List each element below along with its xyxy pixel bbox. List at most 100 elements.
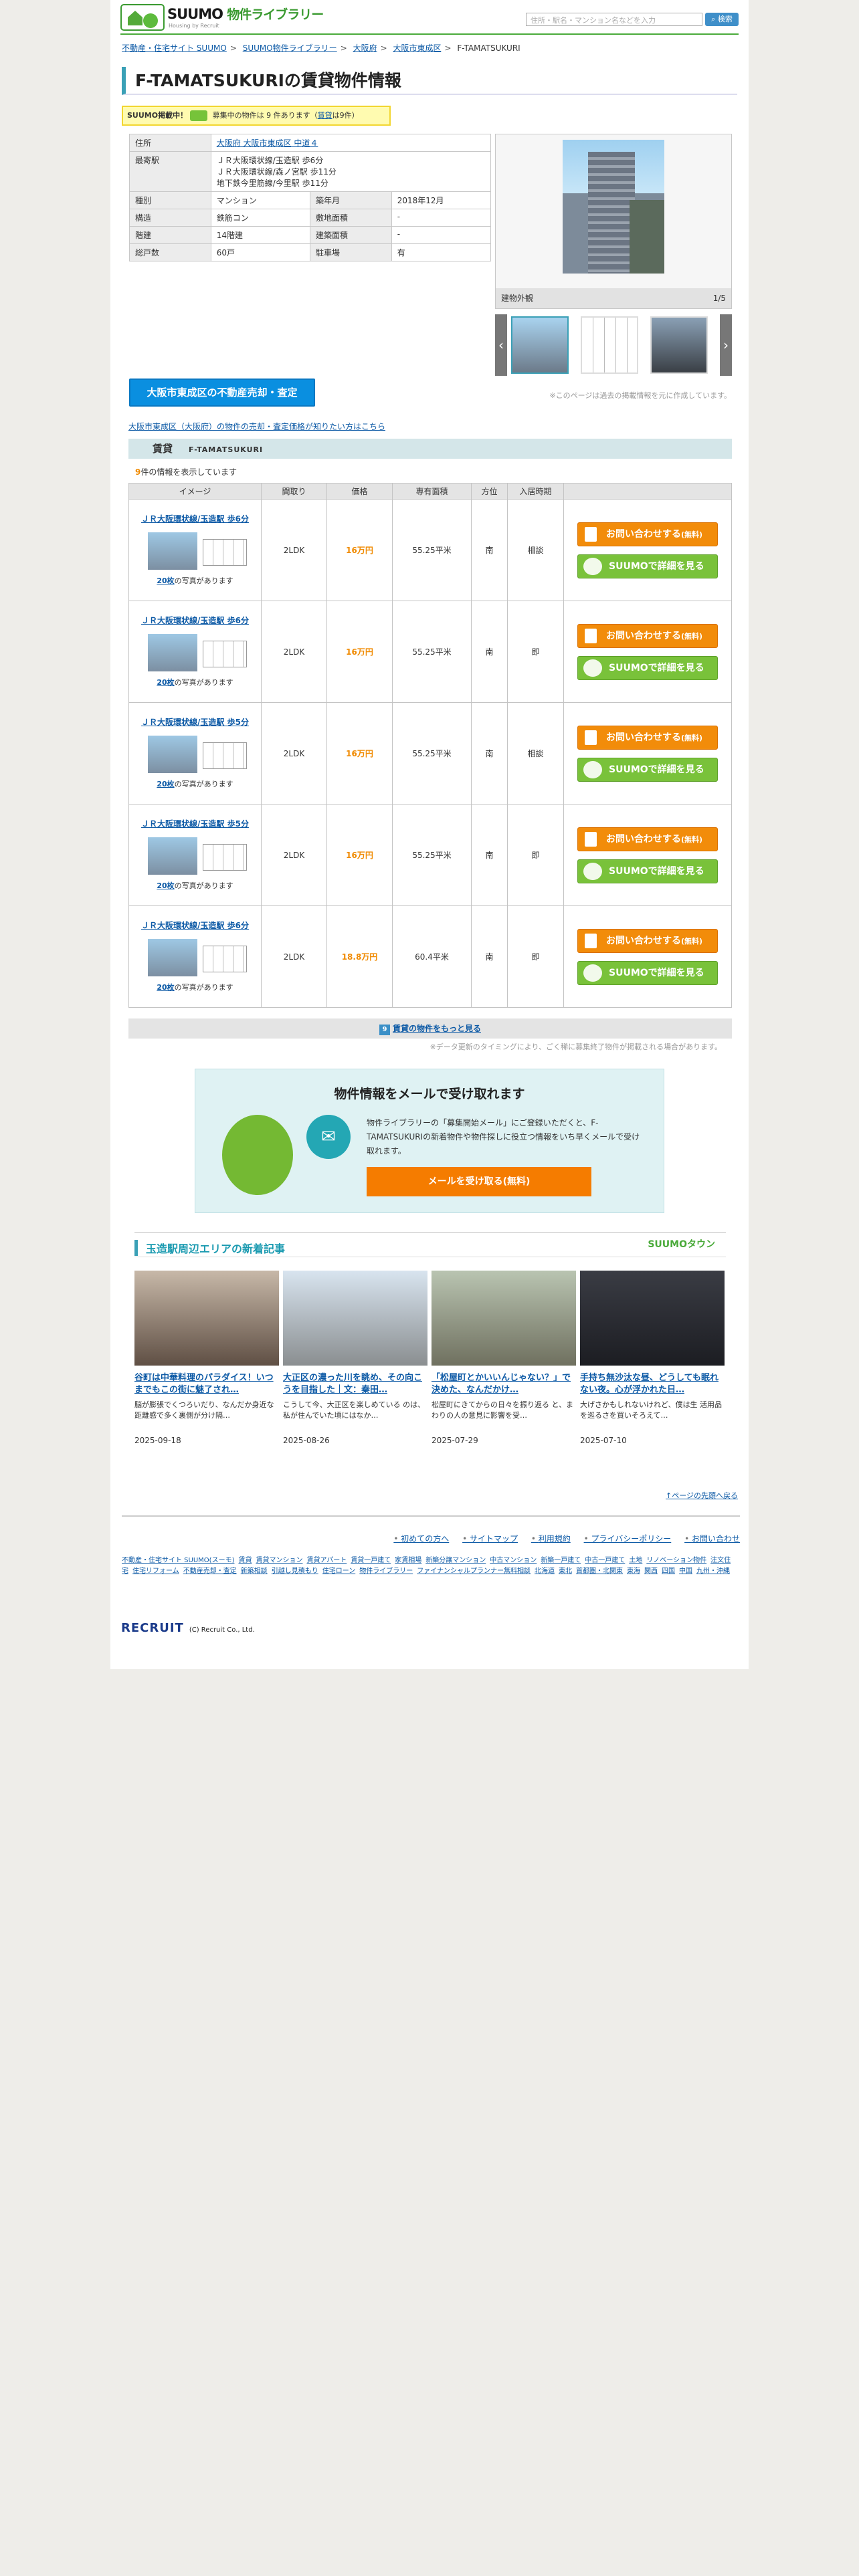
footer-site-link[interactable]: 住宅ローン [322, 1568, 356, 1575]
mail-signup-button[interactable]: メールを受け取る(無料) [367, 1167, 591, 1196]
inquiry-button[interactable]: お問い合わせする(無料) [577, 928, 718, 953]
footer-site-link[interactable]: 賃貸アパート [306, 1557, 347, 1564]
search-button[interactable]: ⌕ 検索 [705, 13, 739, 26]
detail-button[interactable]: SUUMOで詳細を見る [577, 554, 718, 578]
listing-image-cell: ＪＲ大阪環状線/玉造駅 歩6分 20枚の写真があります [128, 905, 262, 1008]
inquiry-button[interactable]: お問い合わせする(無料) [577, 522, 718, 546]
footer-site-link[interactable]: 新築相談 [241, 1568, 268, 1575]
footer-site-link[interactable]: 物件ライブラリー [359, 1568, 413, 1575]
article-title[interactable]: 大正区の濃った川を眺め、その向こうを目指した｜文：秦田… [283, 1372, 427, 1396]
thumbnail[interactable] [581, 316, 638, 374]
photo-count-link[interactable]: 20枚 [157, 576, 174, 585]
footer-site-link[interactable]: 不動産・住宅サイト SUUMO(スーモ) [122, 1557, 234, 1564]
footer-link[interactable]: 利用規約 [531, 1534, 571, 1543]
article-title[interactable]: 谷町は中華料理のパラダイス！いつまでもこの街に魅了され… [134, 1372, 279, 1396]
detail-button[interactable]: SUUMOで詳細を見る [577, 655, 718, 680]
footer-site-link[interactable]: 賃貸マンション [256, 1557, 302, 1564]
detail-button[interactable]: SUUMOで詳細を見る [577, 859, 718, 883]
article-title[interactable]: 手持ち無沙汰な昼、どうしても眠れない夜。心が浮かれた日… [580, 1372, 725, 1396]
suumo-logo[interactable] [120, 4, 165, 31]
footer-site-link[interactable]: 賃貸一戸建て [351, 1557, 391, 1564]
article-card[interactable]: 大正区の濃った川を眺め、その向こうを目指した｜文：秦田… こうして今、大正区を楽し… [283, 1271, 427, 1445]
breadcrumb-link[interactable]: 大阪市東成区 [393, 43, 441, 53]
move-in-cell: 即 [507, 905, 564, 1008]
search-input[interactable]: 住所・駅名・マンション名などを入力 [526, 13, 702, 26]
listing-photos[interactable] [145, 531, 247, 571]
footer-link[interactable]: 初めての方へ [393, 1534, 449, 1543]
footer-site-link[interactable]: 家賃相場 [395, 1557, 421, 1564]
photo-counter: 1/5 [712, 294, 726, 303]
footer-site-link[interactable]: 新築一戸建て [541, 1557, 581, 1564]
notice-rent-link[interactable]: 賃貸 [318, 111, 332, 120]
station-link[interactable]: ＪＲ大阪環状線/玉造駅 歩5分 [132, 718, 258, 728]
inquiry-button[interactable]: お問い合わせする(無料) [577, 623, 718, 648]
detail-button[interactable]: SUUMOで詳細を見る [577, 960, 718, 985]
thumbnail[interactable] [650, 316, 708, 374]
logo-text[interactable]: SUUMO 物件ライブラリー [167, 5, 324, 23]
photo-count-link[interactable]: 20枚 [157, 780, 174, 788]
inquiry-button[interactable]: お問い合わせする(無料) [577, 827, 718, 851]
photo-count-text: の写真があります [174, 983, 233, 992]
sell-assessment-button[interactable]: 大阪市東成区の不動産売却・査定 [129, 379, 315, 407]
detail-button[interactable]: SUUMOで詳細を見る [577, 757, 718, 782]
next-arrow-icon[interactable]: › [720, 314, 732, 376]
station-link[interactable]: ＪＲ大阪環状線/玉造駅 歩5分 [132, 819, 258, 829]
info-label: 構造 [129, 209, 211, 227]
article-title[interactable]: 「松屋町とかいいんじゃない？」で決めた、なんだかけ… [432, 1372, 576, 1396]
address-link[interactable]: 大阪府 大阪市東成区 中道４ [217, 138, 318, 148]
footer-link[interactable]: プライバシーポリシー [584, 1534, 672, 1543]
thumbnail[interactable] [511, 316, 569, 374]
footer-site-link[interactable]: 四国 [662, 1568, 675, 1575]
photo-count-link[interactable]: 20枚 [157, 678, 174, 687]
article-card[interactable]: 手持ち無沙汰な昼、どうしても眠れない夜。心が浮かれた日… 大げさかもしれないけれど… [580, 1271, 725, 1445]
footer-site-link[interactable]: 中古一戸建て [585, 1557, 625, 1564]
info-label: 建築面積 [309, 226, 392, 244]
article-card[interactable]: 「松屋町とかいいんじゃない？」で決めた、なんだかけ… 松屋町にきてからの日々を振り… [432, 1271, 576, 1445]
listing-photos[interactable] [145, 633, 247, 673]
footer-site-link[interactable]: 中古マンション [490, 1557, 537, 1564]
footer-site-link[interactable]: 新築分譲マンション [425, 1557, 486, 1564]
more-listings-bar: 9 賃貸の物件をもっと見る [128, 1018, 732, 1039]
footer-site-link[interactable]: 東海 [627, 1568, 640, 1575]
back-to-top-link[interactable]: ↑ページの先頭へ戻る [666, 1490, 738, 1501]
station-link[interactable]: ＪＲ大阪環状線/玉造駅 歩6分 [132, 514, 258, 524]
breadcrumb-link[interactable]: 不動産・住宅サイト SUUMO [122, 43, 227, 53]
breadcrumb-link[interactable]: 大阪府 [353, 43, 377, 53]
page-title: F-TAMATSUKURIの賃貸物件情報 [122, 67, 737, 95]
photo-count-link[interactable]: 20枚 [157, 983, 174, 992]
inquiry-button[interactable]: お問い合わせする(無料) [577, 725, 718, 750]
breadcrumb-link[interactable]: SUUMO物件ライブラリー [243, 43, 337, 53]
prev-arrow-icon[interactable]: ‹ [495, 314, 507, 376]
footer-link[interactable]: サイトマップ [462, 1534, 518, 1543]
station-line: ＪＲ大阪環状線/玉造駅 歩6分 [216, 156, 324, 165]
station-link[interactable]: ＪＲ大阪環状線/玉造駅 歩6分 [132, 616, 258, 626]
footer-site-link[interactable]: 土地 [629, 1557, 642, 1564]
footer-site-link[interactable]: リノベーション物件 [646, 1557, 706, 1564]
footer-site-link[interactable]: 中国 [679, 1568, 692, 1575]
station-link[interactable]: ＪＲ大阪環状線/玉造駅 歩6分 [132, 921, 258, 931]
footer-site-link[interactable]: 不動産売却・査定 [183, 1568, 237, 1575]
footer-site-link[interactable]: 引越し見積もり [272, 1568, 318, 1575]
article-date: 2025-07-29 [432, 1436, 478, 1445]
footer-site-link[interactable]: 関西 [644, 1568, 658, 1575]
result-count: 9件の情報を表示しています [135, 466, 237, 477]
footer-site-link[interactable]: 北海道 [535, 1568, 555, 1575]
listing-photos[interactable] [145, 734, 247, 774]
footer-site-link[interactable]: 首都圏・北関東 [576, 1568, 623, 1575]
photo-count-link[interactable]: 20枚 [157, 881, 174, 890]
article-card[interactable]: 谷町は中華料理のパラダイス！いつまでもこの街に魅了され… 脳が膨張でくつろいだり、… [134, 1271, 279, 1445]
footer-site-link[interactable]: 賃貸 [238, 1557, 252, 1564]
tree-shape [630, 200, 664, 274]
main-photo[interactable]: 建物外観 1/5 [495, 134, 732, 309]
sell-price-link[interactable]: 大阪市東成区（大阪府）の物件の売却・査定価格が知りたい方はこちら [128, 421, 385, 432]
more-listings-link[interactable]: 賃貸の物件をもっと見る [393, 1024, 481, 1033]
footer-site-link[interactable]: 東北 [559, 1568, 572, 1575]
footer-site-link[interactable]: 九州・沖縄 [696, 1568, 730, 1575]
listing-photos[interactable] [145, 836, 247, 876]
footer-link[interactable]: お問い合わせ [684, 1534, 740, 1543]
suumo-town-logo[interactable]: SUUMOタウン [648, 1237, 715, 1251]
footer-site-link[interactable]: ファイナンシャルプランナー無料相談 [417, 1568, 531, 1575]
listing-photos[interactable] [145, 938, 247, 978]
price-cell: 16万円 [326, 702, 393, 804]
footer-site-link[interactable]: 住宅リフォーム [132, 1568, 179, 1575]
